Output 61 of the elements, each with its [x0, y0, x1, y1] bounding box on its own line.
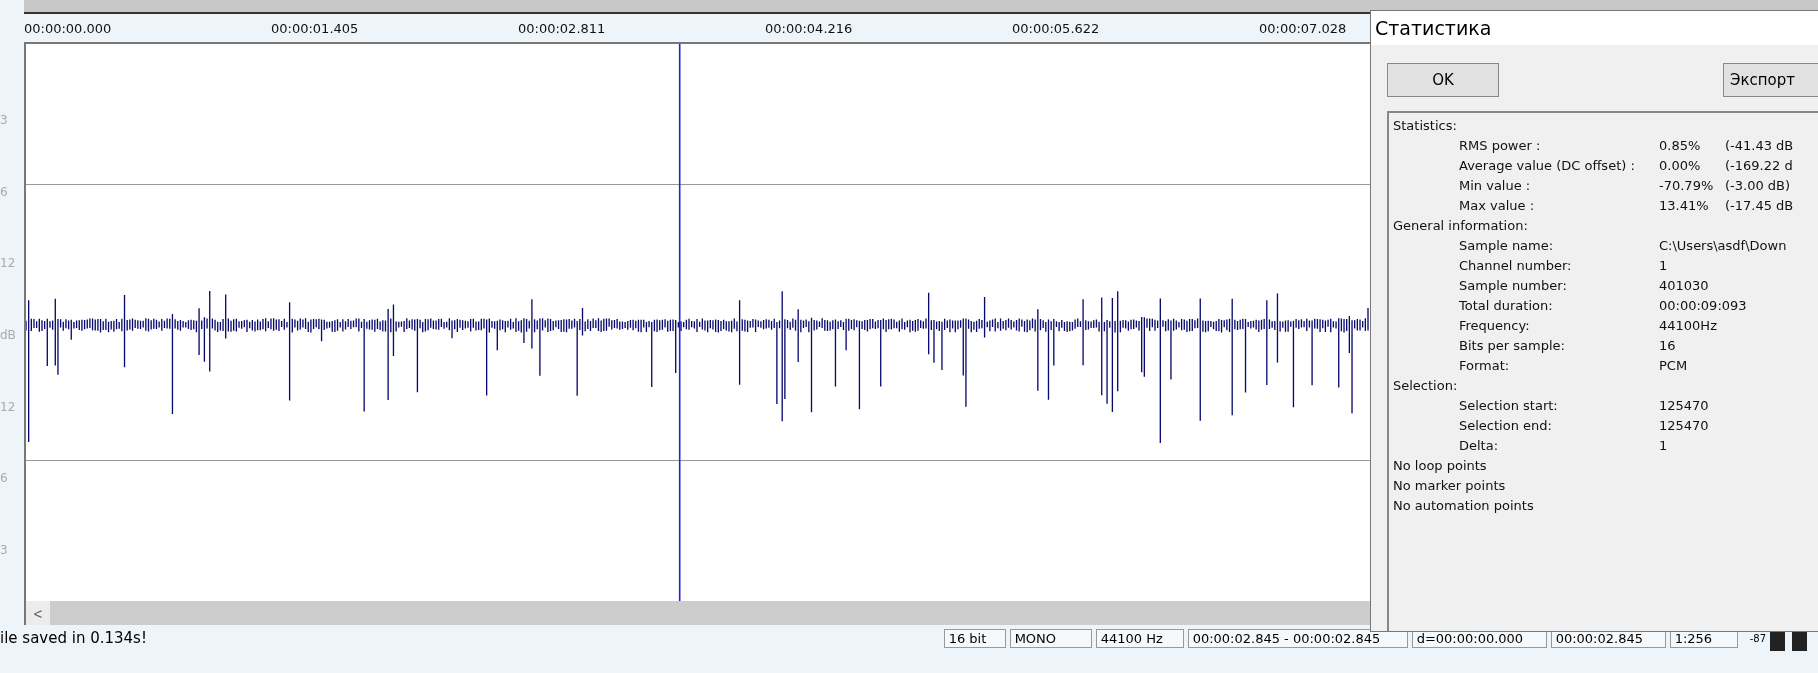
stat-value: 125470	[1659, 397, 1710, 415]
ok-button[interactable]: OK	[1387, 63, 1499, 97]
time-label: 00:00:02.811	[518, 20, 606, 36]
db-label: 12	[0, 256, 16, 270]
stat-value: 125470	[1659, 417, 1710, 435]
stat-label: Max value :	[1459, 197, 1536, 215]
stat-value: 13.41%	[1659, 197, 1710, 215]
stat-label: Channel number:	[1459, 257, 1573, 275]
time-label: 00:00:07.028	[1259, 20, 1347, 36]
status-field: MONO	[1009, 628, 1092, 648]
stat-label: Selection end:	[1459, 417, 1553, 435]
section-heading: Selection:	[1393, 377, 1458, 395]
section-heading: Statistics:	[1393, 117, 1457, 135]
stat-db-value: (-169.22 d	[1725, 157, 1793, 175]
stat-label: Total duration:	[1459, 297, 1554, 315]
db-label: dB	[0, 328, 16, 342]
stat-label: Selection start:	[1459, 397, 1559, 415]
stat-value: 00:00:09:093	[1659, 297, 1747, 315]
stat-value: 0.00%	[1659, 157, 1702, 175]
status-field: 00:00:02.845 - 00:00:02.845	[1187, 628, 1408, 648]
scroll-left-button[interactable]: <	[26, 601, 50, 625]
stat-db-value: (-41.43 dB	[1725, 137, 1794, 155]
time-label: 00:00:01.405	[271, 20, 359, 36]
stat-value: C:\Users\asdf\Down	[1659, 237, 1787, 255]
stat-label: Frequency:	[1459, 317, 1531, 335]
db-label: 12	[0, 400, 16, 414]
status-field: 16 bit	[943, 628, 1006, 648]
stat-value: 1	[1659, 257, 1669, 275]
dialog-title: Статистика	[1371, 11, 1818, 45]
stat-value: 0.85%	[1659, 137, 1702, 155]
stat-label: RMS power :	[1459, 137, 1542, 155]
time-label: 00:00:04.216	[765, 20, 853, 36]
time-label: 00:00:00.000	[24, 20, 112, 36]
db-label: 6	[0, 185, 8, 199]
stat-value: 44100Hz	[1659, 317, 1718, 335]
db-label: 6	[0, 471, 8, 485]
stat-label: Format:	[1459, 357, 1511, 375]
stat-value: 16	[1659, 337, 1677, 355]
stat-label: Sample number:	[1459, 277, 1568, 295]
db-label: 3	[0, 113, 8, 127]
stat-label: Sample name:	[1459, 237, 1555, 255]
time-label: 00:00:05.622	[1012, 20, 1100, 36]
export-button[interactable]: Экспорт	[1723, 63, 1818, 97]
stat-label: Average value (DC offset) :	[1459, 157, 1636, 175]
stat-value: PCM	[1659, 357, 1689, 375]
stat-db-value: (-3.00 dB)	[1725, 177, 1791, 195]
meter-reading: -87	[1749, 632, 1766, 644]
stat-note: No loop points	[1393, 457, 1487, 475]
status-message: ile saved in 0.134s!	[0, 629, 148, 647]
db-label: 3	[0, 543, 8, 557]
stat-value: -70.79%	[1659, 177, 1715, 195]
section-heading: General information:	[1393, 217, 1528, 235]
stat-note: No automation points	[1393, 497, 1534, 515]
stat-label: Min value :	[1459, 177, 1532, 195]
stat-note: No marker points	[1393, 477, 1506, 495]
stat-value: 1	[1659, 437, 1669, 455]
stat-label: Delta:	[1459, 437, 1500, 455]
stat-value: 401030	[1659, 277, 1710, 295]
status-field: 44100 Hz	[1095, 628, 1184, 648]
stat-label: Bits per sample:	[1459, 337, 1566, 355]
stat-db-value: (-17.45 dB	[1725, 197, 1794, 215]
